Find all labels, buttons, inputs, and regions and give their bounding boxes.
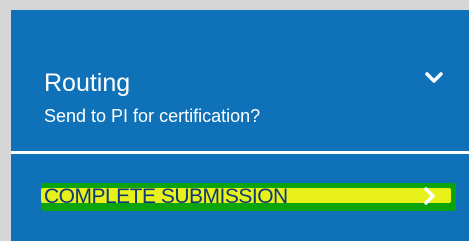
complete-submission-button[interactable]: COMPLETE SUBMISSION xyxy=(11,170,469,220)
routing-title: Routing xyxy=(44,69,131,97)
chevron-down-icon[interactable] xyxy=(425,72,443,84)
section-divider xyxy=(11,151,469,154)
complete-submission-label: COMPLETE SUBMISSION xyxy=(44,185,288,208)
routing-subtitle: Send to PI for certification? xyxy=(44,106,261,126)
routing-accordion-header[interactable]: Routing Send to PI for certification? xyxy=(11,10,469,147)
routing-panel: Routing Send to PI for certification? CO… xyxy=(11,10,469,241)
chevron-right-icon xyxy=(424,187,435,205)
